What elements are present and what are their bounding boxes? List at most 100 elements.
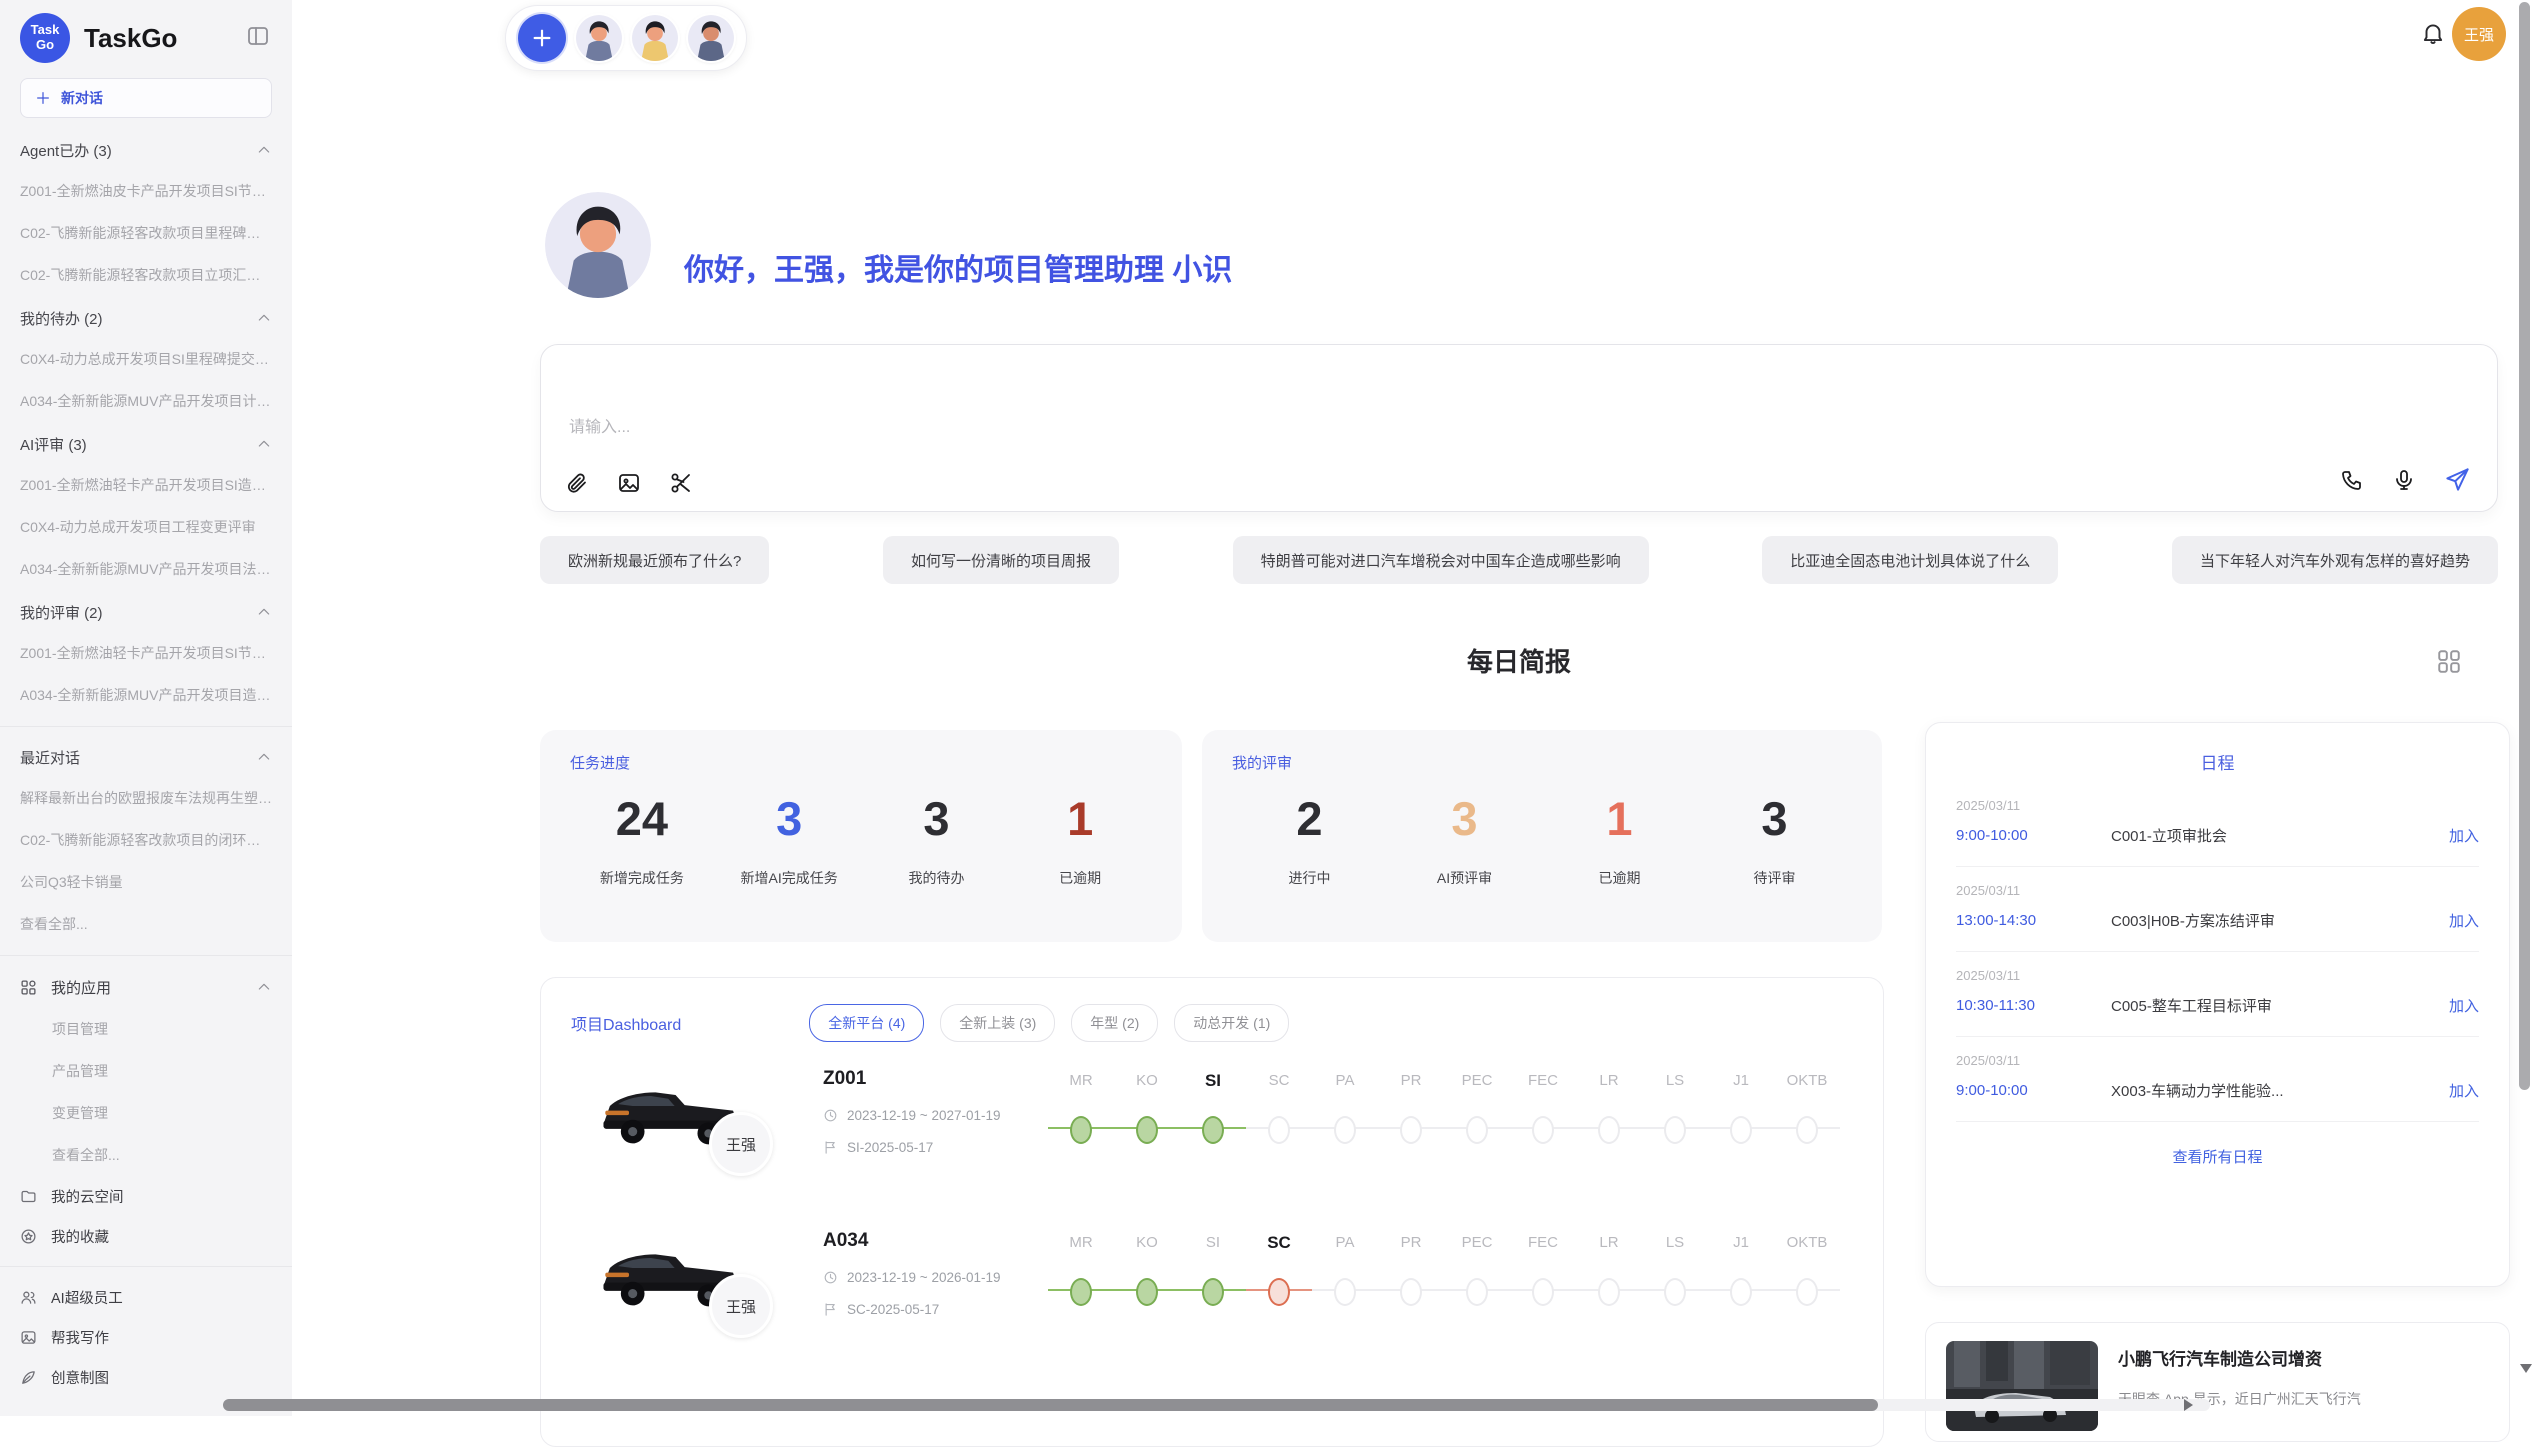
add-member-button[interactable] [518, 14, 566, 62]
join-meeting-link[interactable]: 加入 [2449, 1080, 2479, 1101]
suggestion-chip[interactable]: 如何写一份清晰的项目周报 [883, 536, 1119, 584]
sidebar-item[interactable]: C0X4-动力总成开发项目SI里程碑提交物检查 [20, 338, 272, 380]
sidebar-item[interactable]: Z001-全新燃油轻卡产品开发项目SI节点属性5D文件评审 [20, 632, 272, 674]
schedule-item[interactable]: 2025/03/11 13:00-14:30 C003|H0B-方案冻结评审 加… [1956, 867, 2479, 952]
sidebar-section-header[interactable]: Agent已办 (3) [20, 130, 272, 170]
sidebar-item-label: AI超级员工 [51, 1287, 123, 1308]
sidebar-item[interactable]: A034-全新新能源MUV产品开发项目计划变更表编写 [20, 380, 272, 422]
sidebar-menus: 我的云空间 我的收藏 [20, 1176, 272, 1256]
project-row[interactable]: 王强 Z001 2023-12-19 ~ 2027-01-19 SI-2025-… [541, 1046, 1883, 1208]
sidebar-item[interactable]: C0X4-动力总成开发项目工程变更评审 [20, 506, 272, 548]
sidebar-item-label: 我的收藏 [51, 1226, 109, 1247]
join-meeting-link[interactable]: 加入 [2449, 825, 2479, 846]
sidebar-item-badge[interactable]: 我的收藏 [20, 1216, 272, 1256]
schedule-row: 10:30-11:30 C005-整车工程目标评审 加入 [1956, 995, 2479, 1016]
chevron-up-icon[interactable] [256, 142, 272, 158]
sidebar-item[interactable]: A034-全新新能源MUV产品开发项目法规符合性评审 [20, 548, 272, 590]
attachment-icon[interactable] [565, 471, 589, 495]
sidebar-section-header[interactable]: 我的待办 (2) [20, 298, 272, 338]
sidebar-item-pen[interactable]: 创意制图 [20, 1357, 272, 1397]
project-owner-avatar[interactable]: 王强 [709, 1274, 773, 1338]
sidebar-section-header[interactable]: AI评审 (3) [20, 424, 272, 464]
sidebar-item[interactable]: C02-飞腾新能源轻客改款项目立项汇报方案 [20, 254, 272, 296]
suggestion-chip[interactable]: 特朗普可能对进口汽车增税会对中国车企造成哪些影响 [1233, 536, 1649, 584]
milestone-MR: MR [1048, 1068, 1114, 1178]
milestone-label: OKTB [1774, 1230, 1840, 1256]
suggestion-chip[interactable]: 比亚迪全固态电池计划具体说了什么 [1762, 536, 2058, 584]
sidebar-item-my-apps[interactable]: 我的应用 [20, 966, 272, 1008]
suggestion-chip[interactable]: 欧洲新规最近颁布了什么? [540, 536, 769, 584]
scroll-down-arrow[interactable] [2520, 1364, 2532, 1373]
project-row[interactable]: 王强 A034 2023-12-19 ~ 2026-01-19 SC-2025-… [541, 1208, 1883, 1370]
suggestion-chip[interactable]: 当下年轻人对汽车外观有怎样的喜好趋势 [2172, 536, 2498, 584]
chevron-up-icon[interactable] [256, 604, 272, 620]
project-milestone-flag: SC-2025-05-17 [823, 1302, 939, 1317]
collapse-sidebar-icon[interactable] [246, 24, 270, 48]
voice-call-icon[interactable] [2340, 468, 2364, 492]
sidebar-item[interactable]: Z001-全新燃油皮卡产品开发项目SI节点Lesson Learn报告 [20, 170, 272, 212]
sidebar-item[interactable]: C02-飞腾新能源轻客改款项目里程碑画布 [20, 212, 272, 254]
quick-access-pill [505, 5, 747, 71]
dashboard-title: 项目Dashboard [571, 1011, 681, 1035]
sidebar-item[interactable]: 解释最新出台的欧盟报废车法规再生塑料比例被调至15%... [20, 777, 272, 819]
input-toolbar-left [565, 471, 693, 495]
horizontal-scrollbar-track[interactable] [223, 1399, 2210, 1411]
milestone-label: J1 [1708, 1068, 1774, 1094]
sidebar-section-title: AI评审 (3) [20, 434, 87, 455]
new-chat-button[interactable]: 新对话 [20, 78, 272, 118]
dashboard-filter[interactable]: 全新平台 (4) [809, 1004, 924, 1042]
sidebar-item[interactable]: Z001-全新燃油轻卡产品开发项目SI造型提交物评审 [20, 464, 272, 506]
sidebar-section-header[interactable]: 我的评审 (2) [20, 592, 272, 632]
horizontal-scrollbar-thumb[interactable] [223, 1399, 1878, 1411]
sidebar-item[interactable]: A034-全新新能源MUV产品开发项目造型可行性评审 [20, 674, 272, 716]
sidebar-subitem[interactable]: 查看全部... [20, 1134, 272, 1176]
project-owner-avatar[interactable]: 王强 [709, 1112, 773, 1176]
sidebar-item-image[interactable]: 帮我写作 [20, 1317, 272, 1357]
sidebar-item[interactable]: C02-飞腾新能源轻客改款项目的闭环通告反馈情况 [20, 819, 272, 861]
chat-input[interactable]: 请输入... [540, 344, 2498, 512]
join-meeting-link[interactable]: 加入 [2449, 910, 2479, 931]
vertical-scrollbar-thumb[interactable] [2519, 2, 2530, 1090]
chevron-up-icon[interactable] [256, 436, 272, 452]
project-dates: 2023-12-19 ~ 2027-01-19 [823, 1108, 1001, 1123]
sidebar-subitem[interactable]: 产品管理 [20, 1050, 272, 1092]
stat: 1 已逾期 [1035, 791, 1125, 888]
milestone-dot [1598, 1116, 1620, 1144]
sidebar-subitem[interactable]: 项目管理 [20, 1008, 272, 1050]
daily-briefing-title: 每日简报 [540, 642, 2498, 682]
milestone-KO: KO [1114, 1068, 1180, 1178]
chevron-up-icon[interactable] [256, 979, 272, 995]
sidebar-item[interactable]: 公司Q3轻卡销量 [20, 861, 272, 903]
sidebar-subitem[interactable]: 变更管理 [20, 1092, 272, 1134]
schedule-item[interactable]: 2025/03/11 9:00-10:00 C001-立项审批会 加入 [1956, 782, 2479, 867]
schedule-item[interactable]: 2025/03/11 9:00-10:00 X003-车辆动力学性能验... 加… [1956, 1037, 2479, 1122]
microphone-icon[interactable] [2392, 468, 2416, 492]
schedule-item[interactable]: 2025/03/11 10:30-11:30 C005-整车工程目标评审 加入 [1956, 952, 2479, 1037]
widgets-grid-icon[interactable] [2436, 648, 2462, 674]
milestone-LR: LR [1576, 1230, 1642, 1340]
member-avatar-2[interactable] [632, 15, 678, 61]
screenshot-scissors-icon[interactable] [669, 471, 693, 495]
sidebar-item[interactable]: 查看全部... [20, 903, 272, 945]
dashboard-filters: 全新平台 (4) 全新上装 (3) 年型 (2) 动总开发 (1) [809, 1004, 1289, 1042]
view-all-schedule-link[interactable]: 查看所有日程 [1956, 1122, 2479, 1191]
member-avatar-1[interactable] [576, 15, 622, 61]
dashboard-filter[interactable]: 年型 (2) [1071, 1004, 1158, 1042]
chevron-up-icon[interactable] [256, 310, 272, 326]
milestone-LR: LR [1576, 1068, 1642, 1178]
user-avatar[interactable]: 王强 [2452, 7, 2506, 61]
chevron-up-icon[interactable] [256, 749, 272, 765]
sidebar-section-header[interactable]: 最近对话 [20, 737, 272, 777]
join-meeting-link[interactable]: 加入 [2449, 995, 2479, 1016]
dashboard-filter[interactable]: 动总开发 (1) [1174, 1004, 1289, 1042]
member-avatar-3[interactable] [688, 15, 734, 61]
dashboard-filter[interactable]: 全新上装 (3) [940, 1004, 1055, 1042]
news-card[interactable]: 小鹏飞行汽车制造公司增资 天眼查 App 显示，近日广州汇天飞行汽 [1925, 1322, 2510, 1442]
sidebar-item-folder[interactable]: 我的云空间 [20, 1176, 272, 1216]
sidebar-item-users[interactable]: AI超级员工 [20, 1277, 272, 1317]
milestone-track: MR KO SI SC PA PR PEC [1048, 1068, 1840, 1178]
scroll-right-arrow[interactable] [2184, 1399, 2193, 1411]
image-upload-icon[interactable] [617, 471, 641, 495]
notification-bell-icon[interactable] [2420, 20, 2446, 46]
send-icon[interactable] [2444, 466, 2471, 493]
